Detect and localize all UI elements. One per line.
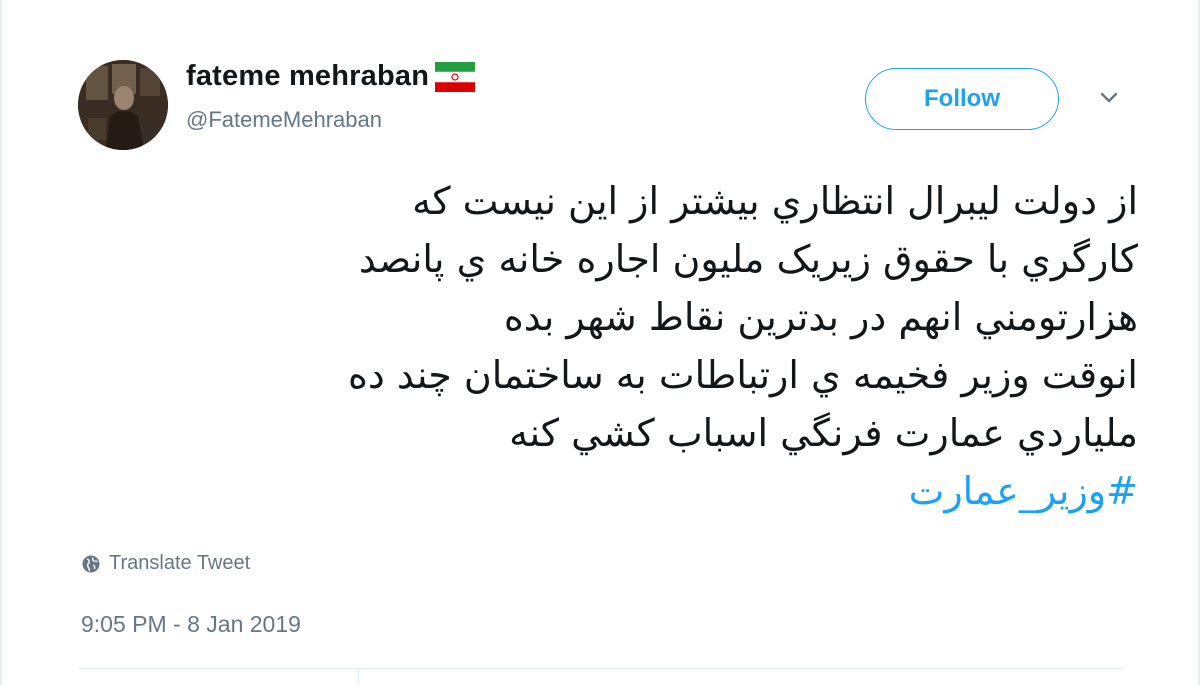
display-name[interactable]: fateme mehraban xyxy=(186,60,429,93)
tweet-line: از دولت لیبرال انتظاري بیشتر از این نیست… xyxy=(412,179,1138,223)
tweet-text: از دولت لیبرال انتظاري بیشتر از این نیست… xyxy=(48,172,1138,520)
tweet-timestamp[interactable]: 9:05 PM - 8 Jan 2019 xyxy=(81,611,301,638)
tweet-card: fateme mehraban @FatemeMehraban Follow ا… xyxy=(0,0,1200,685)
tweet-line: انوقت وزیر فخیمه ي ارتباطات به ساختمان چ… xyxy=(347,353,1138,397)
tweet-line: کارگري با حقوق زیریک ملیون اجاره خانه ي … xyxy=(358,237,1138,281)
translate-label[interactable]: Translate Tweet xyxy=(109,552,250,575)
user-handle[interactable]: @FatemeMehraban xyxy=(186,107,382,133)
chevron-down-icon[interactable] xyxy=(1098,90,1120,106)
globe-icon xyxy=(82,555,100,572)
follow-button[interactable]: Follow xyxy=(865,68,1059,130)
translate-tweet-link[interactable]: Translate Tweet xyxy=(81,552,250,575)
divider xyxy=(78,668,1124,669)
hashtag-link[interactable]: #وزیر_عمارت xyxy=(48,462,1138,520)
tweet-line: ملیاردي عمارت فرنگي اسباب کشي کنه xyxy=(509,411,1138,455)
iran-flag-icon xyxy=(435,61,476,92)
tweet-line: هزارتومني انهم در بدترین نقاط شهر بده xyxy=(503,295,1138,339)
display-name-row[interactable]: fateme mehraban xyxy=(186,60,476,93)
avatar[interactable] xyxy=(78,60,168,150)
avatar-photo xyxy=(78,60,168,150)
divider xyxy=(358,669,359,685)
